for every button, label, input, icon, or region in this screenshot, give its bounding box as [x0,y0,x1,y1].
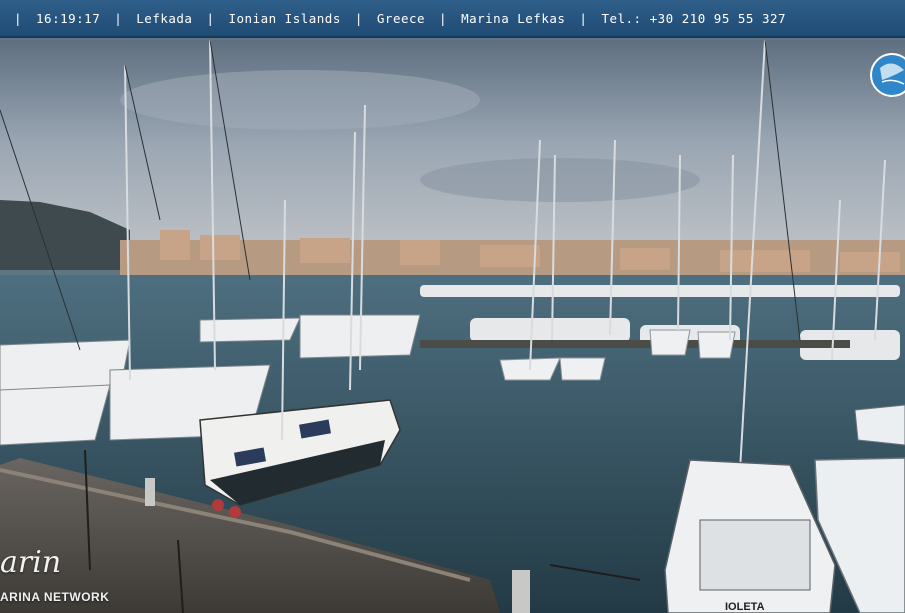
cockpit [699,519,811,591]
region-label: Ionian Islands [228,10,341,26]
separator: | [14,10,23,26]
time-display: 16:19:17 [36,10,101,26]
marina-label: Marina Lefkas [461,10,566,26]
boat-name-label: IOLETA [725,601,765,613]
watermark-network: ARINA NETWORK [0,590,110,604]
separator: | [206,10,215,26]
info-bar: | 16:19:17 | Lefkada | Ionian Islands | … [0,0,905,38]
separator: | [439,10,448,26]
marina-network-logo: arin ARINA NETWORK [0,545,130,613]
webcam-image: IOLETA [0,40,905,613]
right-boat-small [854,404,905,446]
fender [229,506,241,518]
pontoon [420,340,850,348]
cloud [120,70,480,130]
cloud [420,158,700,202]
separator: | [354,10,363,26]
phone-label: Tel.: +30 210 95 55 327 [601,10,787,26]
country-label: Greece [376,10,426,26]
separator: | [579,10,588,26]
globe-logo-icon [870,53,905,97]
location-label: Lefkada [136,10,193,26]
watermark-script: arin [0,545,62,580]
separator: | [114,10,123,26]
fender [212,499,224,511]
